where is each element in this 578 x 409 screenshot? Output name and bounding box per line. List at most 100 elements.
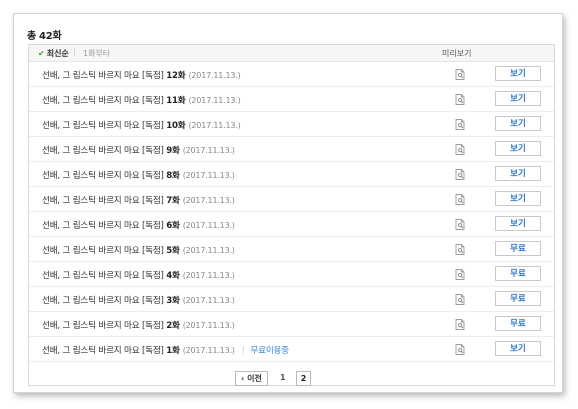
- sort-latest-button[interactable]: ✔ 최신순: [38, 48, 69, 59]
- page-1-link[interactable]: 1: [280, 373, 286, 382]
- episode-row[interactable]: 선배, 그 립스틱 바르지 마요 [독점] 1화 (2017.11.13.) | 무료…: [29, 337, 554, 362]
- total-label: 총: [27, 31, 36, 42]
- preview-column-header: 미리보기: [442, 49, 472, 58]
- sort-latest-label: 최신순: [46, 49, 69, 58]
- episode-date: (2017.11.13.): [188, 71, 241, 80]
- episode-row[interactable]: 선배, 그 립스틱 바르지 마요 [독점] 5화 (2017.11.13.) 무료: [29, 237, 554, 262]
- episode-row[interactable]: 선배, 그 립스틱 바르지 마요 [독점] 9화 (2017.11.13.) 보기: [29, 137, 554, 162]
- preview-document-icon[interactable]: [455, 269, 465, 280]
- episode-title[interactable]: 선배, 그 립스틱 바르지 마요 [독점] 10화 (2017.11.13.): [42, 119, 241, 131]
- preview-document-icon[interactable]: [455, 294, 465, 305]
- preview-document-icon[interactable]: [455, 244, 465, 255]
- episode-action-button[interactable]: 보기: [495, 166, 541, 181]
- episode-title[interactable]: 선배, 그 립스틱 바르지 마요 [독점] 2화 (2017.11.13.): [42, 319, 235, 331]
- episode-row[interactable]: 선배, 그 립스틱 바르지 마요 [독점] 6화 (2017.11.13.) 보기: [29, 212, 554, 237]
- episode-action-button[interactable]: 보기: [495, 141, 541, 156]
- episode-title[interactable]: 선배, 그 립스틱 바르지 마요 [독점] 1화 (2017.11.13.) | 무료…: [42, 344, 289, 356]
- episode-number: 7화: [166, 196, 180, 206]
- episode-date: (2017.11.13.): [182, 171, 235, 180]
- episode-title[interactable]: 선배, 그 립스틱 바르지 마요 [독점] 4화 (2017.11.13.): [42, 269, 235, 281]
- episode-number: 2화: [166, 321, 180, 331]
- episode-row[interactable]: 선배, 그 립스틱 바르지 마요 [독점] 12화 (2017.11.13.) 보기: [29, 62, 554, 87]
- series-title: 선배, 그 립스틱 바르지 마요 [독점]: [42, 246, 164, 256]
- episode-title[interactable]: 선배, 그 립스틱 바르지 마요 [독점] 8화 (2017.11.13.): [42, 169, 235, 181]
- free-usage-badge: 무료이용중: [250, 346, 289, 356]
- preview-document-icon[interactable]: [455, 94, 465, 105]
- episode-panel: 총 42화 ✔ 최신순 | 1화부터 미리보기 선배, 그 립스틱 바르지 마요 […: [13, 13, 563, 393]
- total-count: 42화: [39, 31, 62, 42]
- episode-title[interactable]: 선배, 그 립스틱 바르지 마요 [독점] 3화 (2017.11.13.): [42, 294, 235, 306]
- episode-date: (2017.11.13.): [182, 196, 235, 205]
- episode-number: 6화: [166, 221, 180, 231]
- episode-number: 3화: [166, 296, 180, 306]
- list-header: ✔ 최신순 | 1화부터 미리보기: [29, 45, 554, 62]
- episode-row[interactable]: 선배, 그 립스틱 바르지 마요 [독점] 4화 (2017.11.13.) 무료: [29, 262, 554, 287]
- series-title: 선배, 그 립스틱 바르지 마요 [독점]: [42, 271, 164, 281]
- series-title: 선배, 그 립스틱 바르지 마요 [독점]: [42, 71, 164, 81]
- episode-number: 4화: [166, 271, 180, 281]
- episode-row[interactable]: 선배, 그 립스틱 바르지 마요 [독점] 3화 (2017.11.13.) 무료: [29, 287, 554, 312]
- episode-title[interactable]: 선배, 그 립스틱 바르지 마요 [독점] 11화 (2017.11.13.): [42, 94, 241, 106]
- episode-date: (2017.11.13.): [182, 346, 235, 355]
- episode-row[interactable]: 선배, 그 립스틱 바르지 마요 [독점] 11화 (2017.11.13.) 보기: [29, 87, 554, 112]
- episode-number: 8화: [166, 171, 180, 181]
- episode-title[interactable]: 선배, 그 립스틱 바르지 마요 [독점] 7화 (2017.11.13.): [42, 194, 235, 206]
- episode-number: 5화: [166, 246, 180, 256]
- episode-date: (2017.11.13.): [182, 321, 235, 330]
- episode-action-button[interactable]: 무료: [495, 241, 541, 256]
- preview-document-icon[interactable]: [455, 319, 465, 330]
- series-title: 선배, 그 립스틱 바르지 마요 [독점]: [42, 221, 164, 231]
- episode-action-button[interactable]: 보기: [495, 191, 541, 206]
- pagination: ‹ 이전 1 2: [29, 371, 554, 386]
- series-title: 선배, 그 립스틱 바르지 마요 [독점]: [42, 146, 164, 156]
- episode-action-button[interactable]: 무료: [495, 266, 541, 281]
- episode-action-button[interactable]: 무료: [495, 316, 541, 331]
- series-title: 선배, 그 립스틱 바르지 마요 [독점]: [42, 196, 164, 206]
- episode-action-button[interactable]: 보기: [495, 216, 541, 231]
- note-divider: |: [241, 346, 245, 356]
- episode-date: (2017.11.13.): [182, 221, 235, 230]
- episode-number: 10화: [166, 121, 186, 131]
- series-title: 선배, 그 립스틱 바르지 마요 [독점]: [42, 171, 164, 181]
- episode-title[interactable]: 선배, 그 립스틱 바르지 마요 [독점] 12화 (2017.11.13.): [42, 69, 241, 81]
- episode-title[interactable]: 선배, 그 립스틱 바르지 마요 [독점] 9화 (2017.11.13.): [42, 144, 235, 156]
- episode-date: (2017.11.13.): [188, 121, 241, 130]
- episode-action-button[interactable]: 보기: [495, 66, 541, 81]
- episode-date: (2017.11.13.): [182, 296, 235, 305]
- episode-title[interactable]: 선배, 그 립스틱 바르지 마요 [독점] 6화 (2017.11.13.): [42, 219, 235, 231]
- episode-action-button[interactable]: 보기: [495, 116, 541, 131]
- episode-row[interactable]: 선배, 그 립스틱 바르지 마요 [독점] 10화 (2017.11.13.) 보기: [29, 112, 554, 137]
- preview-document-icon[interactable]: [455, 144, 465, 155]
- preview-document-icon[interactable]: [455, 69, 465, 80]
- page-2-current[interactable]: 2: [296, 371, 311, 386]
- episode-number: 12화: [166, 71, 186, 81]
- preview-document-icon[interactable]: [455, 219, 465, 230]
- prev-page-button[interactable]: ‹ 이전: [235, 371, 268, 386]
- episode-action-button[interactable]: 보기: [495, 341, 541, 356]
- preview-document-icon[interactable]: [455, 119, 465, 130]
- check-icon: ✔: [38, 49, 45, 58]
- preview-document-icon[interactable]: [455, 169, 465, 180]
- episode-row[interactable]: 선배, 그 립스틱 바르지 마요 [독점] 7화 (2017.11.13.) 보기: [29, 187, 554, 212]
- episode-date: (2017.11.13.): [182, 246, 235, 255]
- episode-date: (2017.11.13.): [182, 271, 235, 280]
- series-title: 선배, 그 립스틱 바르지 마요 [독점]: [42, 321, 164, 331]
- episode-list: ✔ 최신순 | 1화부터 미리보기 선배, 그 립스틱 바르지 마요 [독점] 1…: [28, 44, 555, 386]
- sort-divider: |: [73, 47, 76, 56]
- episode-action-button[interactable]: 무료: [495, 291, 541, 306]
- episode-action-button[interactable]: 보기: [495, 91, 541, 106]
- episode-rows: 선배, 그 립스틱 바르지 마요 [독점] 12화 (2017.11.13.) 보기…: [29, 62, 554, 362]
- preview-document-icon[interactable]: [455, 344, 465, 355]
- episode-number: 1화: [166, 346, 180, 356]
- episode-title[interactable]: 선배, 그 립스틱 바르지 마요 [독점] 5화 (2017.11.13.): [42, 244, 235, 256]
- series-title: 선배, 그 립스틱 바르지 마요 [독점]: [42, 346, 164, 356]
- episode-row[interactable]: 선배, 그 립스틱 바르지 마요 [독점] 8화 (2017.11.13.) 보기: [29, 162, 554, 187]
- episode-date: (2017.11.13.): [182, 146, 235, 155]
- series-title: 선배, 그 립스틱 바르지 마요 [독점]: [42, 121, 164, 131]
- preview-document-icon[interactable]: [455, 194, 465, 205]
- episode-total: 총 42화: [27, 27, 62, 42]
- episode-row[interactable]: 선배, 그 립스틱 바르지 마요 [독점] 2화 (2017.11.13.) 무료: [29, 312, 554, 337]
- sort-from-first-button[interactable]: 1화부터: [83, 48, 110, 59]
- series-title: 선배, 그 립스틱 바르지 마요 [독점]: [42, 96, 164, 106]
- episode-number: 11화: [166, 96, 186, 106]
